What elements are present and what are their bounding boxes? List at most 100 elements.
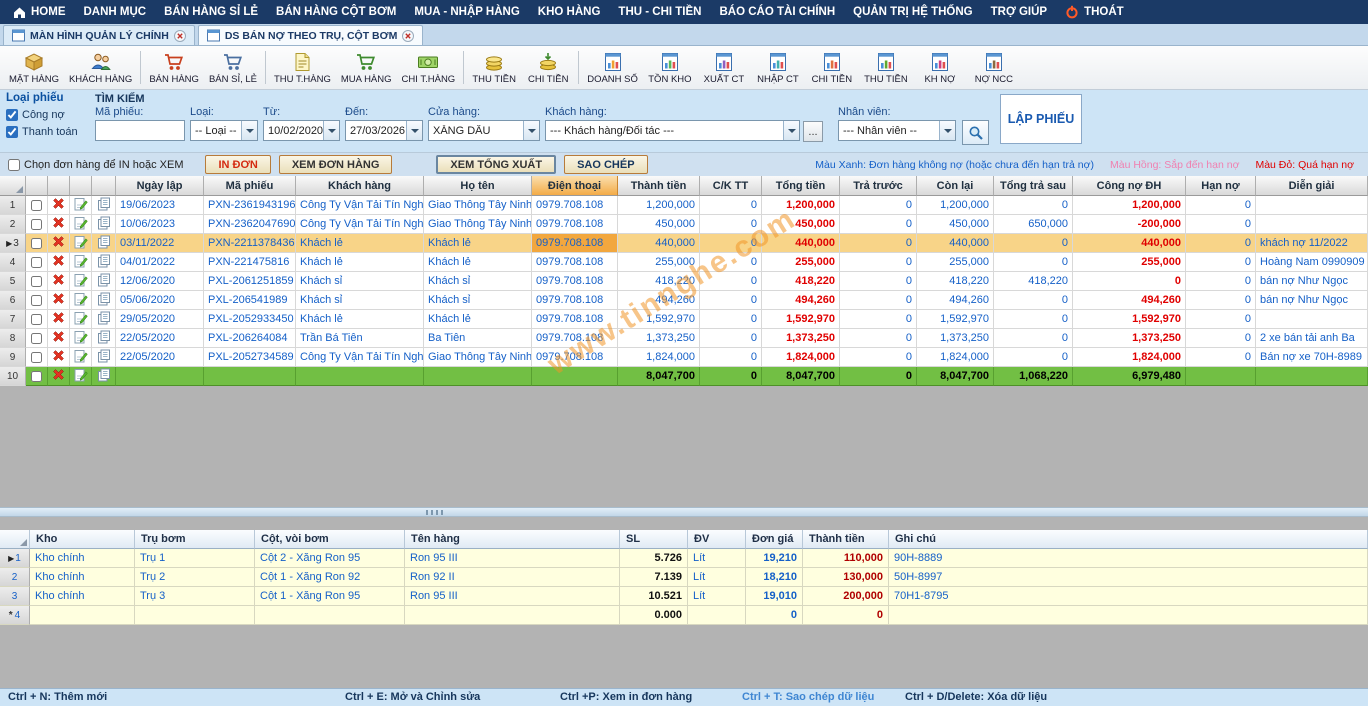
den-date-picker[interactable]: 27/03/2026	[345, 120, 423, 141]
detail-cell[interactable]: 50H-8997	[889, 568, 1368, 587]
order-cell[interactable]: 0979.708.108	[532, 348, 618, 367]
order-cell[interactable]: PXL-206264084	[204, 329, 296, 348]
order-cell[interactable]: 0	[1186, 291, 1256, 310]
orders-col-header[interactable]: Tổng tiền	[762, 176, 840, 196]
order-cell[interactable]: 0979.708.108	[532, 291, 618, 310]
order-cell[interactable]: 0	[994, 253, 1073, 272]
detail-cell[interactable]: 19,210	[746, 549, 803, 568]
row-select-checkbox[interactable]	[31, 257, 42, 268]
view-row-button[interactable]	[92, 329, 116, 348]
detail-col-header[interactable]: Đơn giá	[746, 530, 803, 549]
row-select-cell[interactable]	[26, 196, 48, 215]
khach-hang-more-button[interactable]: ...	[803, 121, 823, 142]
order-cell[interactable]: 8,047,700	[762, 367, 840, 386]
orders-col-header[interactable]: Điện thoại	[532, 176, 618, 196]
view-row-button[interactable]	[92, 310, 116, 329]
row-select-checkbox[interactable]	[31, 219, 42, 230]
tab-close-icon[interactable]	[174, 30, 186, 42]
order-cell[interactable]: 0	[840, 310, 917, 329]
order-cell[interactable]: bán nợ Như Ngọc	[1256, 272, 1368, 291]
order-cell[interactable]: 255,000	[618, 253, 700, 272]
row-select-cell[interactable]	[26, 329, 48, 348]
order-cell[interactable]	[1186, 367, 1256, 386]
row-select-checkbox[interactable]	[31, 352, 42, 363]
row-select-cell[interactable]	[26, 291, 48, 310]
order-cell[interactable]: 0	[994, 291, 1073, 310]
orders-col-header[interactable]: Tổng trả sau	[994, 176, 1073, 196]
orders-col-header[interactable]: Diễn giải	[1256, 176, 1368, 196]
order-cell[interactable]: 0	[994, 329, 1073, 348]
order-cell[interactable]: 0	[1186, 234, 1256, 253]
order-cell[interactable]: 0	[994, 234, 1073, 253]
order-cell[interactable]: Khách lẻ	[424, 310, 532, 329]
order-cell[interactable]	[1256, 196, 1368, 215]
order-cell[interactable]: Khách lẻ	[424, 234, 532, 253]
edit-row-button[interactable]	[70, 196, 92, 215]
orders-col-header[interactable]: Họ tên	[424, 176, 532, 196]
order-cell[interactable]: 0	[700, 272, 762, 291]
orders-col-header[interactable]: Thành tiền	[618, 176, 700, 196]
detail-cell[interactable]: Trụ 3	[135, 587, 255, 606]
detail-cell[interactable]: 90H-8889	[889, 549, 1368, 568]
order-cell[interactable]: 0979.708.108	[532, 329, 618, 348]
detail-cell[interactable]: Cột 1 - Xăng Ron 95	[255, 587, 405, 606]
tu-date-picker[interactable]: 10/02/2020	[263, 120, 340, 141]
view-row-button[interactable]	[92, 253, 116, 272]
delete-row-button[interactable]	[48, 291, 70, 310]
order-cell[interactable]: 0	[994, 196, 1073, 215]
menu-item-thu-chi-tien[interactable]: THU - CHI TIỀN	[609, 2, 710, 22]
tool-mua-hang[interactable]: MUA HÀNG	[336, 47, 397, 88]
view-row-button[interactable]	[92, 196, 116, 215]
delete-row-button[interactable]	[48, 215, 70, 234]
edit-row-button[interactable]	[70, 329, 92, 348]
order-cell[interactable]: PXL-206541989	[204, 291, 296, 310]
menu-item-tro-giup[interactable]: TRỢ GIÚP	[982, 2, 1056, 22]
order-cell[interactable]: 29/05/2020	[116, 310, 204, 329]
menu-item-quan-tri-he-thong[interactable]: QUẢN TRỊ HỆ THỐNG	[844, 2, 981, 22]
menu-item-danh-muc[interactable]: DANH MỤC	[75, 2, 156, 22]
delete-row-button[interactable]	[48, 329, 70, 348]
detail-cell[interactable]: 0.000	[620, 606, 688, 625]
lap-phieu-button[interactable]: LẬP PHIẾU	[1000, 94, 1082, 144]
order-cell[interactable]: PXL-2052734589	[204, 348, 296, 367]
detail-cell[interactable]: Kho chính	[30, 549, 135, 568]
detail-cell[interactable]: Trụ 1	[135, 549, 255, 568]
edit-row-button[interactable]	[70, 215, 92, 234]
order-cell[interactable]: PXN-2362047690	[204, 215, 296, 234]
order-cell[interactable]: Công Ty Vận Tải Tín Nghệ	[296, 196, 424, 215]
detail-select-all-corner[interactable]	[0, 530, 30, 549]
delete-row-button[interactable]	[48, 253, 70, 272]
order-cell[interactable]: Bán nợ xe 70H-8989	[1256, 348, 1368, 367]
order-cell[interactable]: -200,000	[1073, 215, 1186, 234]
order-cell[interactable]: Công Ty Vận Tải Tín Nghệ	[296, 348, 424, 367]
detail-row[interactable]: 2Kho chínhTrụ 2Cột 1 - Xăng Ron 92Ron 92…	[0, 568, 1368, 587]
detail-cell[interactable]: 130,000	[803, 568, 889, 587]
detail-col-header[interactable]: Cột, vòi bơm	[255, 530, 405, 549]
edit-row-button[interactable]	[70, 348, 92, 367]
row-select-cell[interactable]	[26, 234, 48, 253]
menu-item-kho-hang[interactable]: KHO HÀNG	[529, 2, 610, 22]
tool-thu-t-hang[interactable]: THU T.HÀNG	[269, 47, 336, 88]
loai-select[interactable]: -- Loại --	[190, 120, 258, 141]
edit-row-button[interactable]	[70, 310, 92, 329]
view-row-button[interactable]	[92, 215, 116, 234]
order-cell[interactable]: 1,200,000	[762, 196, 840, 215]
tool-doanh-so[interactable]: DOANH SỐ	[582, 47, 643, 88]
tool-thu-tien-bc[interactable]: THU TIỀN	[859, 47, 913, 88]
detail-cell[interactable]: Lít	[688, 568, 746, 587]
menu-item-mua-nhap-hang[interactable]: MUA - NHẬP HÀNG	[405, 2, 528, 22]
order-cell[interactable]: 1,824,000	[1073, 348, 1186, 367]
detail-col-header[interactable]: Tên hàng	[405, 530, 620, 549]
orders-col-header[interactable]: C/K TT	[700, 176, 762, 196]
order-cell[interactable]: PXN-221475816	[204, 253, 296, 272]
cong-no-checkbox[interactable]	[6, 109, 18, 121]
order-cell[interactable]: 0	[840, 272, 917, 291]
order-cell[interactable]: 0	[700, 329, 762, 348]
order-cell[interactable]: 0979.708.108	[532, 253, 618, 272]
order-cell[interactable]	[1256, 367, 1368, 386]
row-select-checkbox[interactable]	[31, 314, 42, 325]
detail-new-row[interactable]: *40.00000	[0, 606, 1368, 625]
order-cell[interactable]: 1,592,970	[762, 310, 840, 329]
order-cell[interactable]: 03/11/2022	[116, 234, 204, 253]
view-row-button[interactable]	[92, 348, 116, 367]
